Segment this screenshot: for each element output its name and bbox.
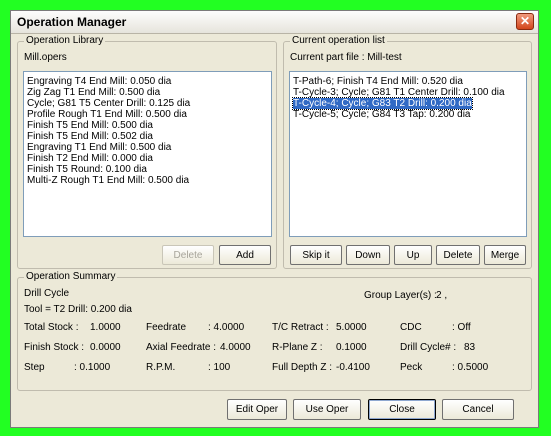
group-layers-value: 2 , [436,290,448,301]
operation-library-group: Operation Library Mill.opers Engraving T… [17,35,277,269]
list-item[interactable]: Finish T2 End Mill: 0.000 dia [27,153,153,164]
operation-library-list[interactable]: Engraving T4 End Mill: 0.050 dia Zig Zag… [23,71,272,237]
list-item-selected[interactable]: T-Cycle-4; Cycle; G83 T2 Drill: 0.200 di… [292,97,473,110]
group-layers-label: Group Layer(s) : [364,290,437,301]
add-button[interactable]: Add [219,245,271,265]
finish-stock-label: Finish Stock : [24,342,85,353]
close-icon: ✕ [519,14,531,28]
list-item[interactable]: Zig Zag T1 End Mill: 0.500 dia [27,87,160,98]
axial-feedrate-label: Axial Feedrate : [146,342,217,353]
list-item[interactable]: Profile Rough T1 End Mill: 0.500 dia [27,109,187,120]
current-part-file: Current part file : Mill-test [290,52,402,63]
feedrate-value: : 4.0000 [208,322,245,333]
drill-cycle-value: 83 [464,342,476,353]
window-title: Operation Manager [17,15,127,29]
tc-retract-value: 5.0000 [336,322,367,333]
merge-button[interactable]: Merge [484,245,526,265]
list-item[interactable]: Cycle; G81 T5 Center Drill: 0.125 dia [27,98,190,109]
close-button[interactable]: Close [368,399,436,420]
full-depth-label: Full Depth Z : [272,362,333,373]
library-delete-button[interactable]: Delete [162,245,214,265]
total-stock-value: 1.0000 [90,322,121,333]
use-oper-button[interactable]: Use Oper [293,399,361,420]
finish-stock-value: 0.0000 [90,342,121,353]
list-item[interactable]: Finish T5 End Mill: 0.500 dia [27,120,153,131]
title-bar[interactable]: Operation Manager ✕ [11,11,538,34]
cancel-button[interactable]: Cancel [442,399,514,420]
up-button[interactable]: Up [394,245,432,265]
edit-oper-button[interactable]: Edit Oper [227,399,287,420]
current-operation-legend: Current operation list [290,35,387,47]
peck-value: : 0.5000 [452,362,489,373]
peck-label: Peck [400,362,423,373]
rpm-label: R.P.M. [146,362,176,373]
feedrate-label: Feedrate [146,322,187,333]
list-item[interactable]: Multi-Z Rough T1 End Mill: 0.500 dia [27,175,189,186]
total-stock-label: Total Stock : [24,322,79,333]
list-item[interactable]: T-Cycle-3; Cycle; G81 T1 Center Drill: 0… [293,87,505,98]
current-delete-button[interactable]: Delete [436,245,480,265]
cdc-value: : Off [452,322,471,333]
list-item[interactable]: T-Cycle-5; Cycle; G84 T3 Tap: 0.200 dia [293,109,471,120]
r-plane-label: R-Plane Z : [272,342,323,353]
tc-retract-label: T/C Retract : [272,322,329,333]
list-item[interactable]: Finish T5 End Mill: 0.502 dia [27,131,153,142]
list-item[interactable]: Engraving T4 End Mill: 0.050 dia [27,76,171,87]
tool-info: Tool = T2 Drill: 0.200 dia [24,304,132,315]
cycle-type: Drill Cycle [24,288,69,299]
close-window-button[interactable]: ✕ [516,13,534,30]
skip-it-button[interactable]: Skip it [290,245,342,265]
operation-summary-legend: Operation Summary [24,271,118,283]
down-button[interactable]: Down [346,245,390,265]
list-item[interactable]: T-Path-6; Finish T4 End Mill: 0.520 dia [293,76,463,87]
rpm-value: : 100 [208,362,231,373]
cdc-label: CDC [400,322,422,333]
list-item[interactable]: Finish T5 Round: 0.100 dia [27,164,147,175]
library-filename: Mill.opers [24,52,67,63]
list-item[interactable]: Engraving T1 End Mill: 0.500 dia [27,142,171,153]
drill-cycle-label: Drill Cycle# : [400,342,457,353]
current-operation-list[interactable]: T-Path-6; Finish T4 End Mill: 0.520 dia … [289,71,527,237]
operation-manager-dialog: Operation Manager ✕ Operation Library Mi… [10,10,539,428]
current-operation-group: Current operation list Current part file… [283,35,532,269]
axial-feedrate-value: 4.0000 [220,342,251,353]
step-value: : 0.1000 [74,362,111,373]
r-plane-value: 0.1000 [336,342,367,353]
operation-library-legend: Operation Library [24,35,106,47]
full-depth-value: -0.4100 [336,362,370,373]
step-label: Step [24,362,45,373]
operation-summary-group: Operation Summary Drill Cycle Group Laye… [17,271,532,391]
